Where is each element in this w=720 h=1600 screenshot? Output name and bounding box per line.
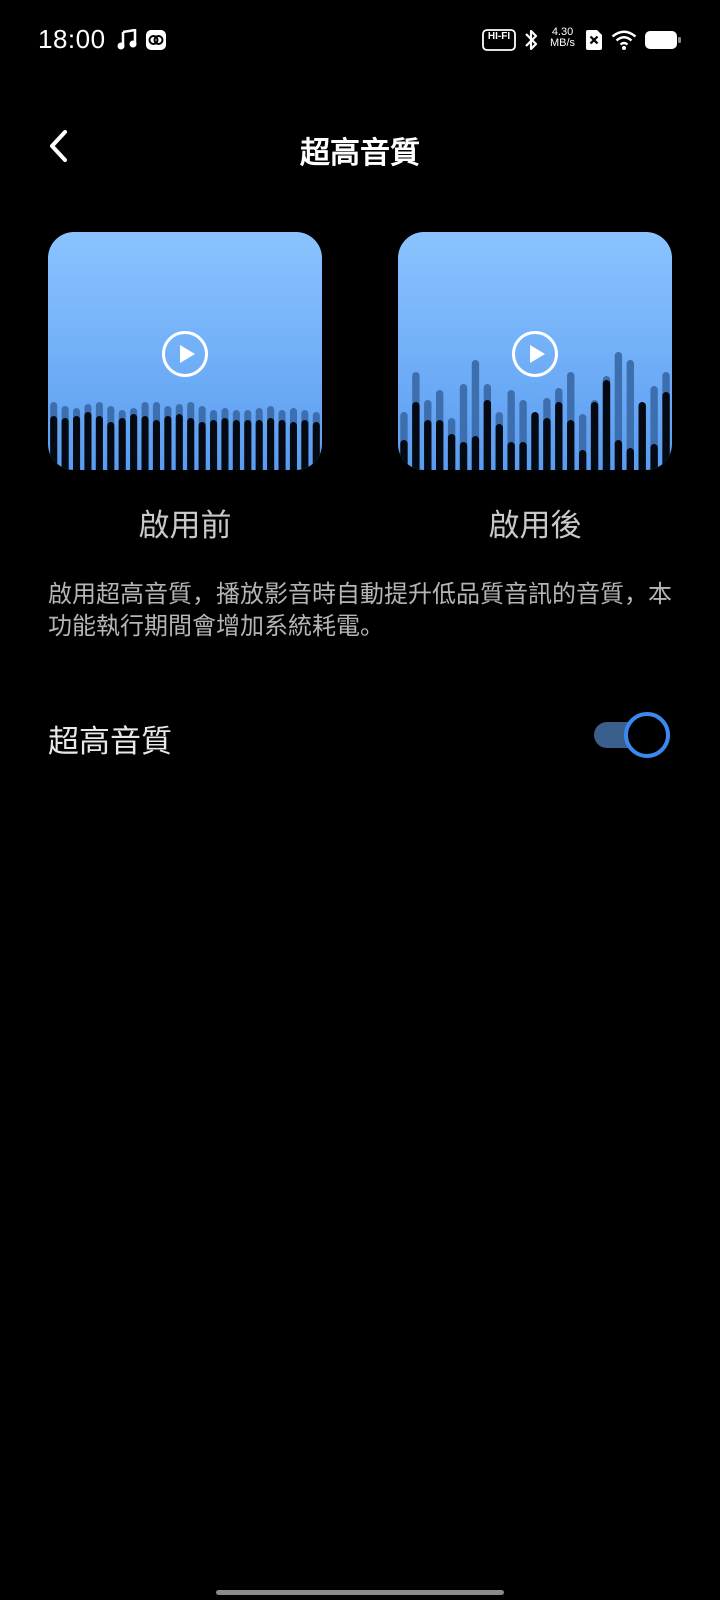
setting-row[interactable]: 超高音質	[0, 700, 720, 770]
ultra-quality-toggle[interactable]	[592, 712, 672, 758]
home-indicator[interactable]	[216, 1590, 504, 1595]
page-title: 超高音質	[300, 136, 420, 171]
status-time: 18:00	[38, 24, 106, 54]
setting-label: 超高音質	[48, 724, 172, 760]
battery-icon	[644, 26, 682, 54]
feature-description: 啟用超高音質，播放影音時自動提升低品質音訊的音質，本功能執行期間會增加系統耗電。	[48, 580, 672, 640]
toggle-knob	[624, 712, 670, 758]
speed-unit: MB/s	[550, 37, 576, 49]
play-icon[interactable]	[511, 330, 559, 378]
play-icon[interactable]	[161, 330, 209, 378]
app-badge-icon	[144, 26, 168, 54]
status-bar: 18:00 HI-FI 4.30 MB/s	[0, 0, 720, 80]
after-preview-card[interactable]	[398, 232, 672, 470]
hifi-badge-text: HI-FI	[487, 31, 511, 42]
after-caption: 啟用後	[488, 508, 582, 544]
no-sim-icon	[584, 26, 604, 54]
before-preview-card[interactable]	[48, 232, 322, 470]
music-note-icon	[116, 26, 138, 54]
wifi-icon	[610, 26, 638, 54]
data-speed-icon: 4.30 MB/s	[550, 27, 575, 49]
hifi-icon: HI-FI	[482, 26, 516, 54]
before-caption: 啟用前	[138, 508, 232, 544]
bluetooth-icon	[520, 26, 542, 54]
